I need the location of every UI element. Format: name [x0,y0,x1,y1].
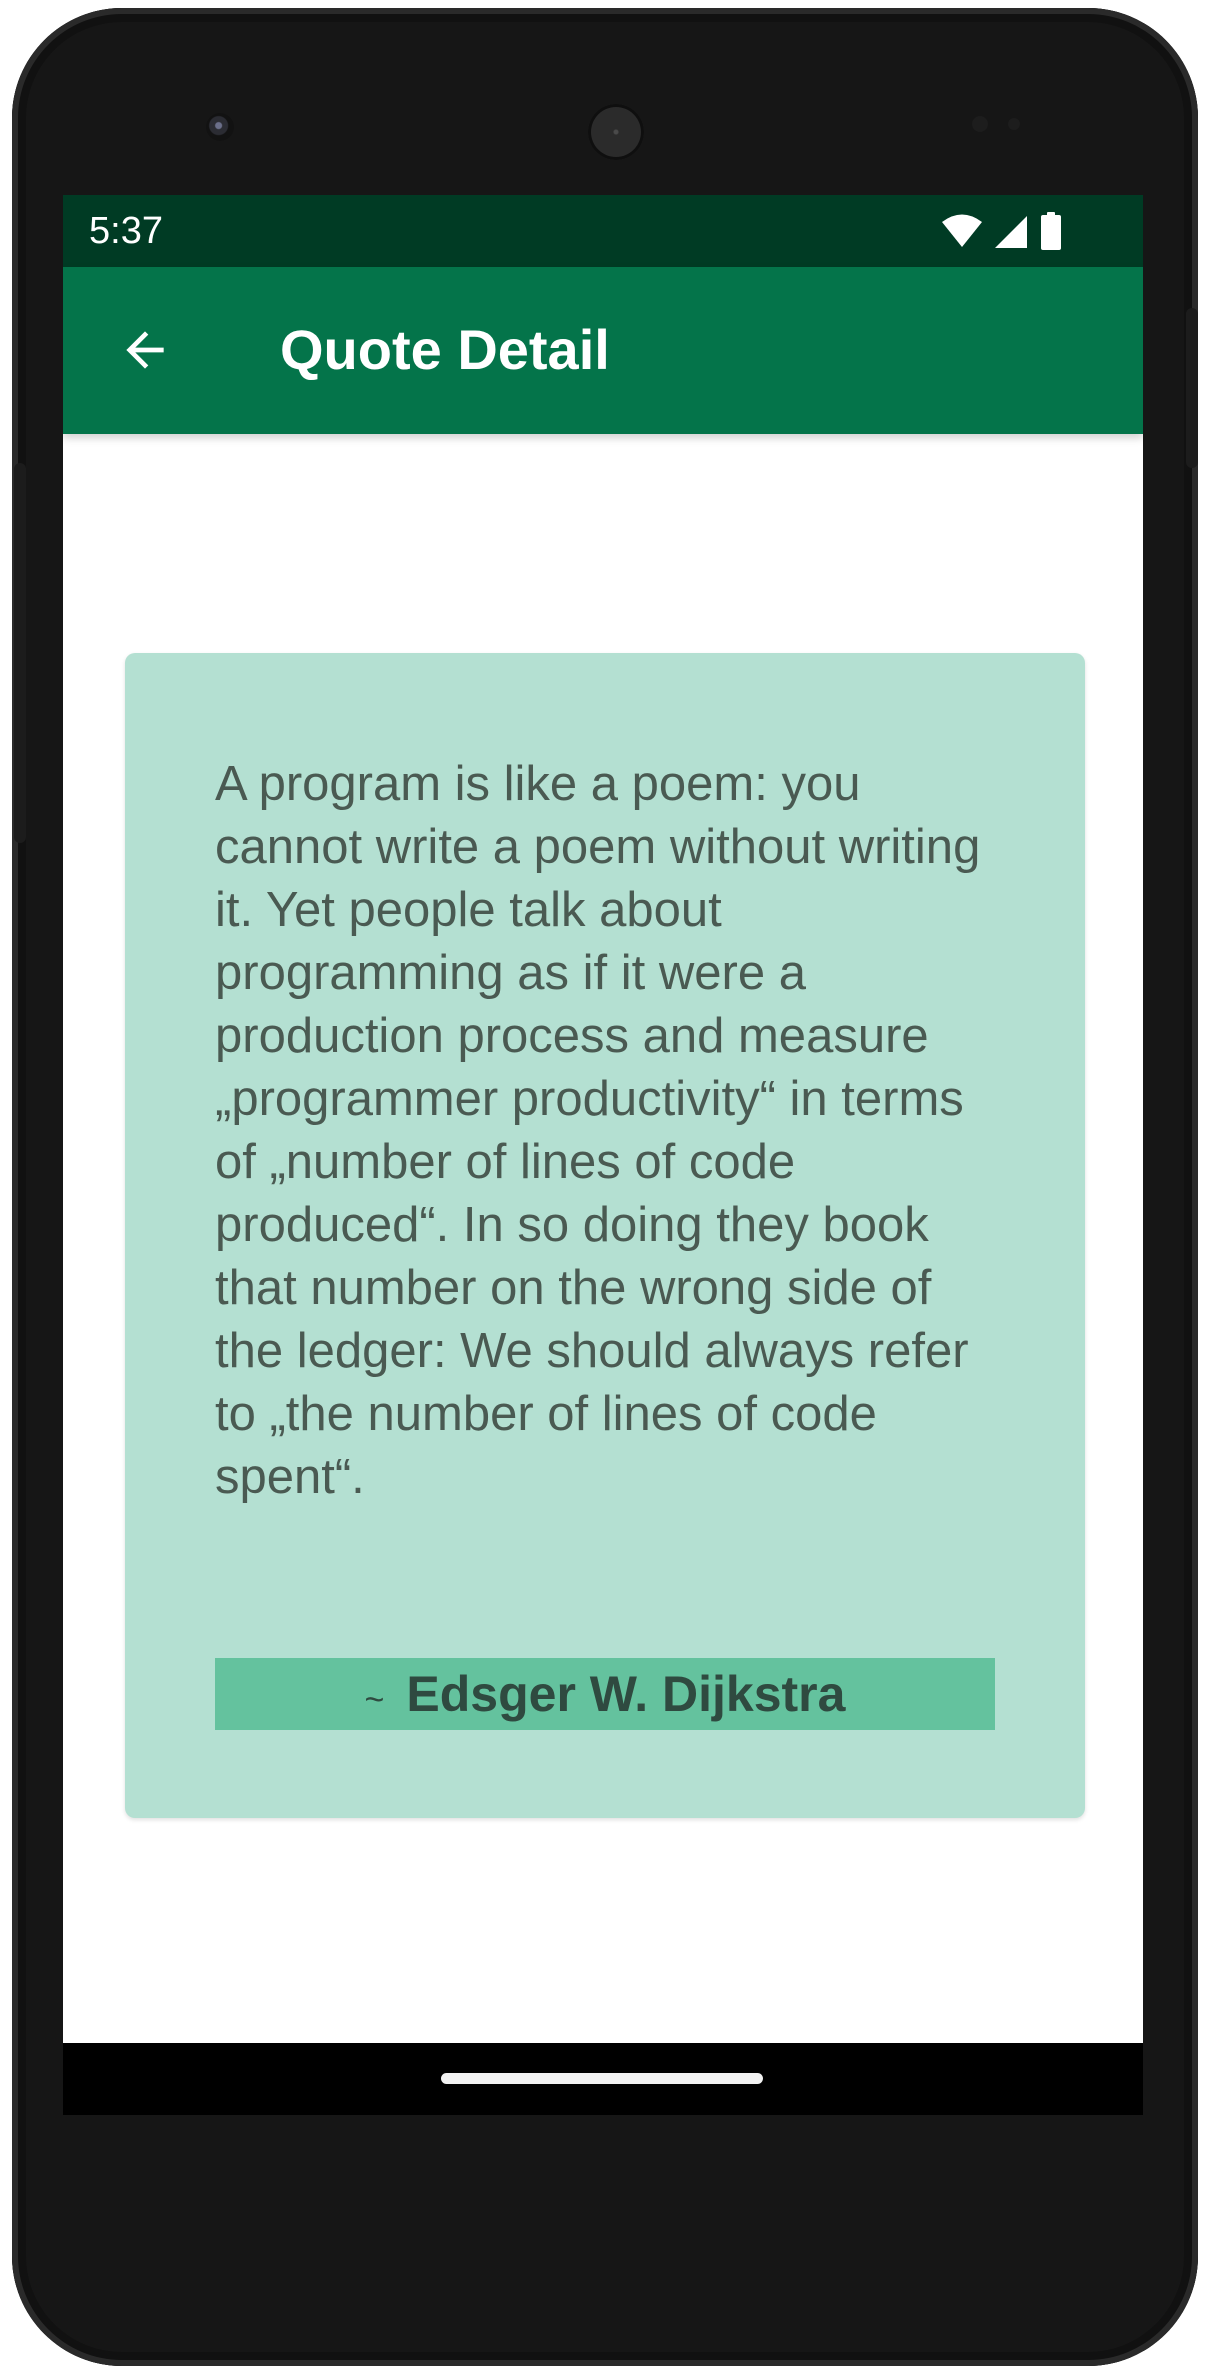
arrow-back-icon [126,331,164,369]
status-bar: 5:37 [63,195,1143,267]
page: 5:37 Quote Detail A program is like a po… [0,0,1210,2375]
front-camera [206,113,234,141]
signal-icon [995,216,1027,248]
back-button[interactable] [107,312,183,388]
page-title: Quote Detail [280,318,610,381]
wifi-icon [942,214,982,247]
battery-icon [1041,212,1061,250]
volume-button [14,463,26,843]
author-bar: ~ Edsger W. Dijkstra [215,1658,995,1730]
status-icons [941,211,1063,251]
author-prefix: ~ [364,1680,385,1719]
earpiece-speaker [588,104,644,160]
proximity-sensor [972,116,988,132]
light-sensor [1008,118,1020,130]
navigation-bar [63,2043,1143,2115]
app-bar: Quote Detail [63,267,1143,434]
author-name: Edsger W. Dijkstra [406,1666,846,1722]
status-time: 5:37 [89,210,163,252]
home-gesture-handle[interactable] [441,2073,763,2084]
power-button [1186,308,1198,468]
quote-text: A program is like a poem: you cannot wri… [215,757,981,1504]
quote-card: A program is like a poem: you cannot wri… [125,653,1085,1818]
screen: 5:37 Quote Detail A program is like a po… [63,195,1143,2115]
